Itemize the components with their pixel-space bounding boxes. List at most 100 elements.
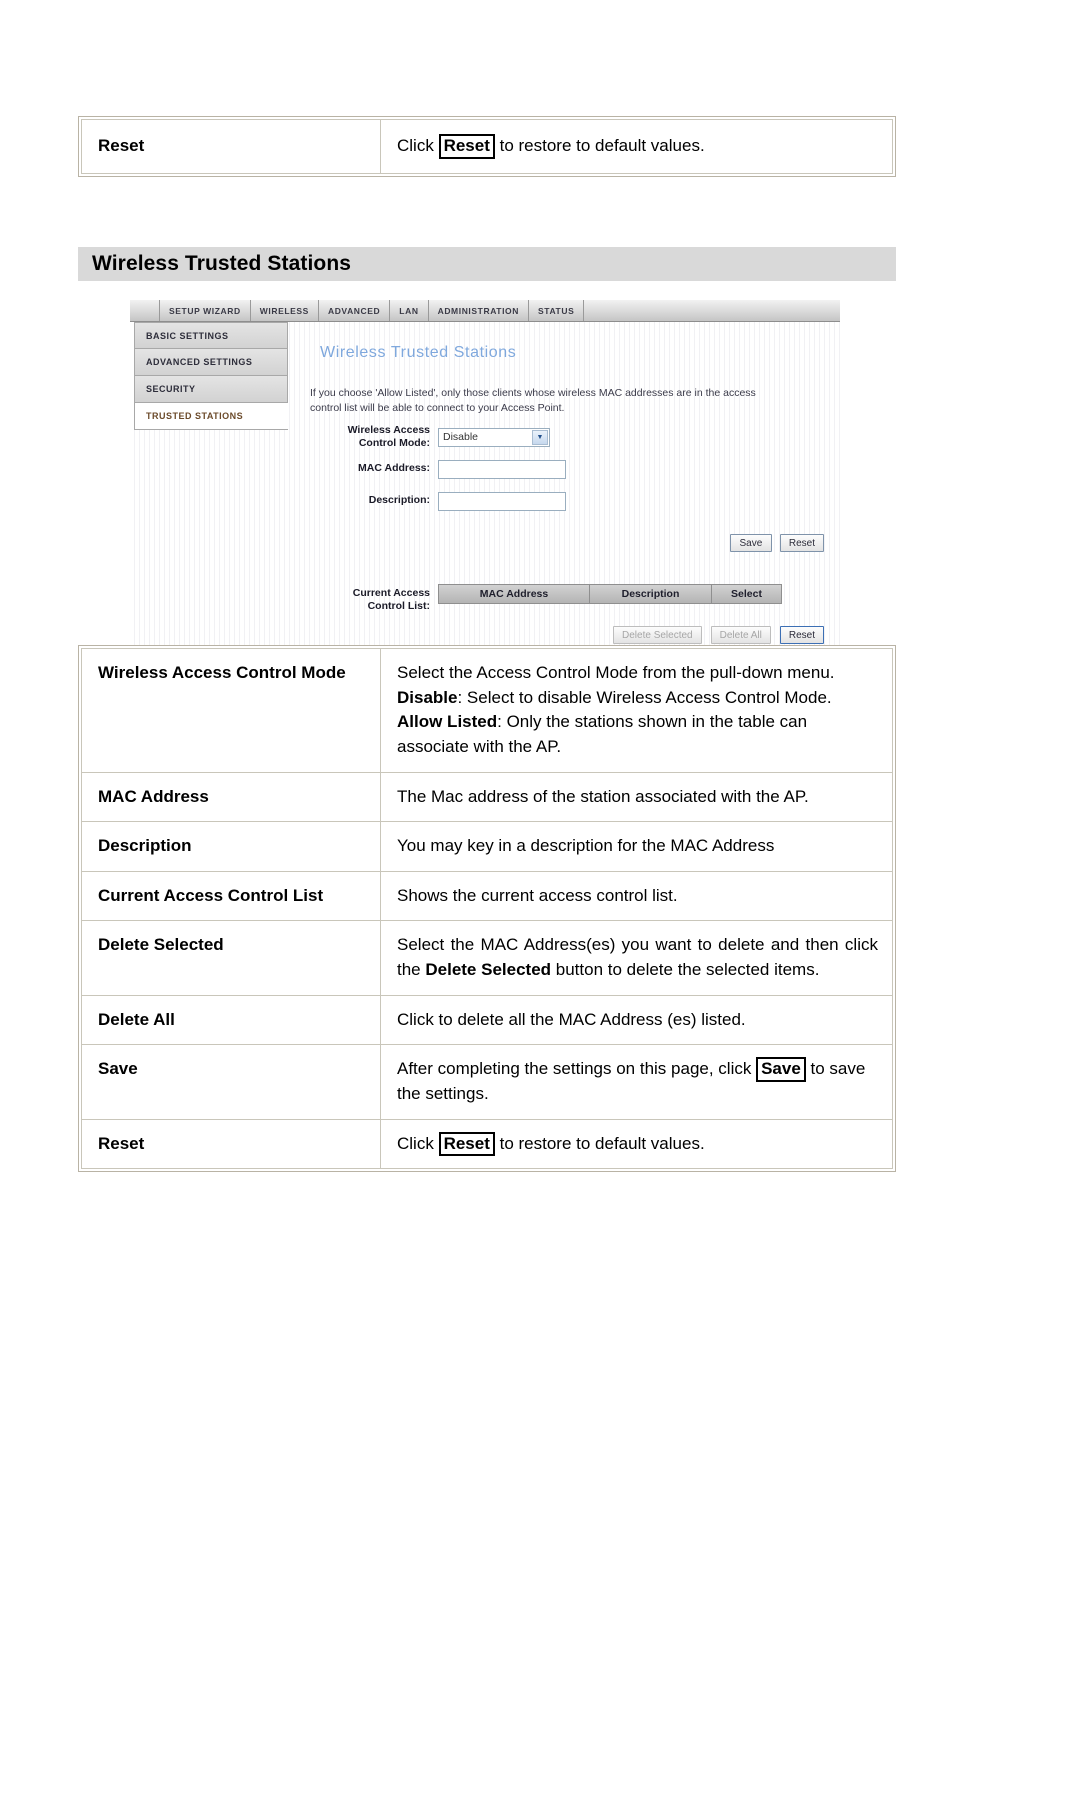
- description-cell: You may key in a description for the MAC…: [381, 822, 893, 872]
- table-row: MAC Address The Mac address of the statio…: [81, 772, 893, 823]
- label-line-1: Wireless Access: [347, 424, 430, 437]
- sidebar-item-advanced-settings[interactable]: ADVANCED SETTINGS: [134, 349, 288, 376]
- table-row: Description You may key in a description …: [81, 822, 893, 872]
- tab-wireless[interactable]: WIRELESS: [251, 300, 319, 321]
- table-row: Wireless Access Control Mode Select the A…: [81, 648, 893, 773]
- reset-button[interactable]: Reset: [779, 534, 824, 552]
- description-paragraph: Disable: Select to disable Wireless Acce…: [397, 686, 878, 711]
- form-row-mac-address: MAC Address:: [292, 458, 812, 480]
- delete-selected-button[interactable]: Delete Selected: [613, 626, 702, 644]
- acl-label-line-1: Current Access: [352, 587, 430, 599]
- column-header-description: Description: [590, 584, 712, 604]
- router-page-description: If you choose 'Allow Listed', only those…: [310, 387, 756, 415]
- term-cell: Delete All: [81, 995, 381, 1046]
- sidebar-menu: BASIC SETTINGS ADVANCED SETTINGS SECURIT…: [134, 322, 288, 430]
- tab-advanced[interactable]: ADVANCED: [319, 300, 391, 321]
- access-control-list-section: Current Access Control List: MAC Address…: [292, 584, 840, 613]
- access-control-list-table: MAC Address Description Select: [438, 584, 782, 604]
- label-access-control-mode: Wireless Access Control Mode:: [292, 424, 438, 449]
- table-row: Delete All Click to delete all the MAC Ad…: [81, 995, 893, 1046]
- label-line-2: Control Mode:: [358, 437, 430, 449]
- body-text: Click to delete all the MAC Address (es)…: [397, 1009, 746, 1029]
- description-paragraph: Select the MAC Address(es) you want to d…: [397, 933, 878, 982]
- table-row: Reset Click Reset to restore to default v…: [81, 1119, 893, 1170]
- reset-button-word: Reset: [438, 134, 495, 159]
- description-paragraph: You may key in a description for the MAC…: [397, 834, 878, 859]
- acl-label-line-2: Control List:: [367, 600, 430, 613]
- term-cell: MAC Address: [81, 772, 381, 823]
- sidebar-item-security[interactable]: SECURITY: [134, 376, 288, 403]
- description-paragraph: Select the Access Control Mode from the …: [397, 661, 878, 686]
- desc-text-post: to restore to default values.: [494, 136, 705, 155]
- router-ui-screenshot: SETUP WIZARD WIRELESS ADVANCED LAN ADMIN…: [130, 300, 840, 645]
- description-paragraph: Click Reset to restore to default values…: [397, 1131, 878, 1157]
- term-cell: Delete Selected: [81, 921, 381, 996]
- tab-lan[interactable]: LAN: [390, 300, 429, 321]
- description-cell: Shows the current access control list.: [381, 871, 893, 922]
- table-row: Current Access Control List Shows the cur…: [81, 871, 893, 922]
- term-cell: Description: [81, 822, 381, 872]
- form-row-description: Description:: [292, 490, 812, 512]
- page-title: Wireless Trusted Stations: [92, 252, 352, 275]
- description-cell: Click Reset to restore to default values…: [381, 1119, 893, 1170]
- boxed-button-word: Reset: [438, 1131, 495, 1157]
- sidebar-item-trusted-stations[interactable]: TRUSTED STATIONS: [134, 403, 288, 430]
- doc-table-bottom: Wireless Access Control Mode Select the A…: [78, 645, 896, 1173]
- label-current-access-control-list: Current Access Control List:: [292, 584, 438, 613]
- column-header-mac-address: MAC Address: [438, 584, 590, 604]
- sidebar-item-basic-settings[interactable]: BASIC SETTINGS: [134, 322, 288, 349]
- emphasis-text: Delete Selected: [425, 960, 552, 980]
- doc-table-top: Reset Click Reset to restore to default …: [78, 116, 896, 177]
- label-mac-address: MAC Address:: [358, 462, 430, 475]
- table-border-frame: Wireless Access Control Mode Select the A…: [78, 645, 896, 1173]
- table-body: Wireless Access Control Mode Select the A…: [81, 648, 893, 1170]
- term-cell: Reset: [81, 119, 381, 174]
- body-text: The Mac address of the station associate…: [397, 786, 809, 806]
- delete-all-button[interactable]: Delete All: [710, 626, 771, 644]
- reset-summary-table: Reset Click Reset to restore to default …: [0, 116, 1080, 177]
- table-row: Reset Click Reset to restore to default …: [81, 119, 893, 174]
- table-row: Save After completing the settings on thi…: [81, 1045, 893, 1120]
- form-row-access-control-mode: Wireless Access Control Mode: Disable ▼: [292, 424, 812, 449]
- label-description: Description:: [368, 494, 430, 507]
- save-button[interactable]: Save: [729, 534, 772, 552]
- body-text: : Select to disable Wireless Access Cont…: [457, 687, 832, 707]
- description-paragraph: Shows the current access control list.: [397, 884, 878, 909]
- description-cell: The Mac address of the station associate…: [381, 772, 893, 823]
- chevron-down-icon[interactable]: ▼: [532, 429, 548, 445]
- body-text: After completing the settings on this pa…: [397, 1059, 757, 1079]
- description-paragraph: After completing the settings on this pa…: [397, 1057, 878, 1106]
- reset-list-button[interactable]: Reset: [779, 626, 824, 644]
- top-navigation-bar: SETUP WIZARD WIRELESS ADVANCED LAN ADMIN…: [130, 300, 840, 322]
- list-action-buttons: Delete Selected Delete All Reset: [613, 626, 824, 644]
- body-text: Shows the current access control list.: [397, 885, 678, 905]
- tab-status[interactable]: STATUS: [529, 300, 585, 321]
- description-cell: After completing the settings on this pa…: [381, 1045, 893, 1120]
- access-control-mode-select[interactable]: Disable ▼: [438, 427, 550, 447]
- tab-administration[interactable]: ADMINISTRATION: [429, 300, 530, 321]
- desc-text-pre: Click: [397, 136, 439, 155]
- description-paragraph: The Mac address of the station associate…: [397, 785, 878, 810]
- router-page-title: Wireless Trusted Stations: [320, 344, 517, 361]
- table-row: Delete Selected Select the MAC Address(es…: [81, 921, 893, 996]
- column-header-select: Select: [712, 584, 782, 604]
- body-text: Select the Access Control Mode from the …: [397, 663, 835, 682]
- select-value: Disable: [443, 431, 479, 443]
- boxed-button-word: Save: [756, 1057, 806, 1082]
- tab-setup-wizard[interactable]: SETUP WIZARD: [160, 300, 251, 321]
- term-cell: Current Access Control List: [81, 871, 381, 922]
- mac-address-input[interactable]: [438, 459, 566, 479]
- body-text: You may key in a description for the MAC…: [397, 836, 775, 856]
- router-main-panel: Wireless Trusted Stations If you choose …: [292, 322, 840, 645]
- description-paragraph: Allow Listed: Only the stations shown in…: [397, 710, 878, 759]
- term-cell: Reset: [81, 1119, 381, 1170]
- emphasis-text: Allow Listed: [397, 712, 498, 732]
- body-text: Click: [397, 1133, 439, 1153]
- description-cell: Select the MAC Address(es) you want to d…: [381, 921, 893, 996]
- description-cell: Click Reset to restore to default values…: [381, 119, 893, 174]
- description-input[interactable]: [438, 491, 566, 511]
- description-paragraph: Click to delete all the MAC Address (es)…: [397, 1008, 878, 1033]
- table-border-frame: Reset Click Reset to restore to default …: [78, 116, 896, 177]
- nav-logo-spacer: [130, 300, 160, 321]
- emphasis-text: Disable: [397, 687, 458, 707]
